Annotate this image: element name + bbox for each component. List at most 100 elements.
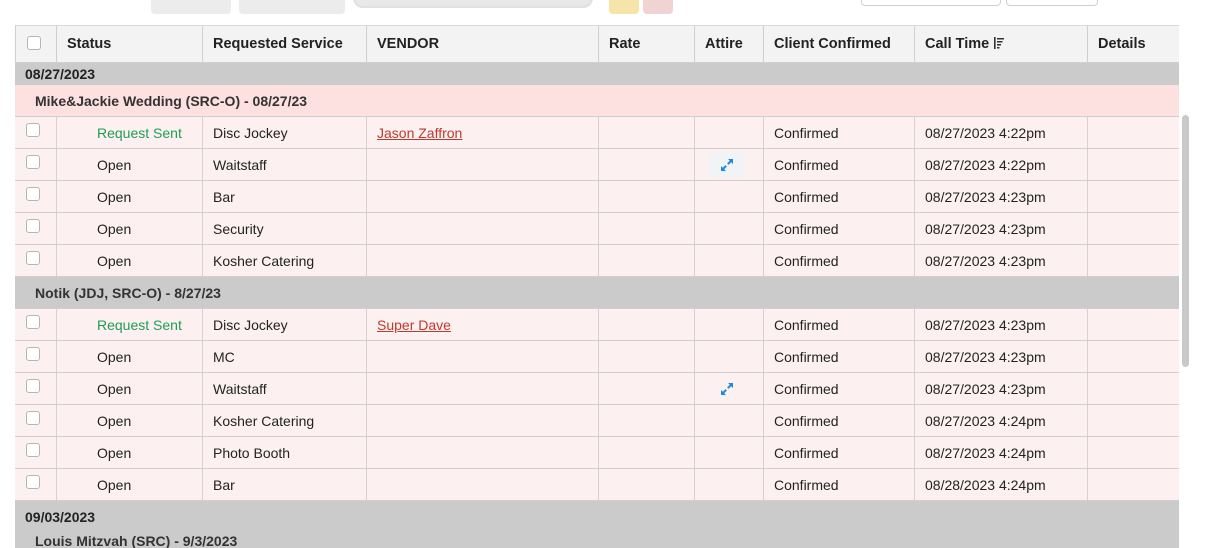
details-cell[interactable] <box>1087 309 1179 340</box>
search-input[interactable] <box>353 0 593 8</box>
service-cell: Disc Jockey <box>202 309 366 340</box>
row-checkbox[interactable] <box>26 474 40 489</box>
confirmed-cell: Confirmed <box>763 213 914 244</box>
header-attire[interactable]: Attire <box>694 26 763 62</box>
service-cell: Waitstaff <box>202 149 366 180</box>
expand-icon[interactable] <box>709 376 745 402</box>
status-cell: Open <box>56 373 202 404</box>
header-vendor[interactable]: VENDOR <box>366 26 598 62</box>
vendor-cell <box>366 149 598 180</box>
rate-cell <box>598 213 694 244</box>
table-row[interactable]: Open Bar Confirmed 08/28/2023 4:24pm <box>15 469 1179 501</box>
attire-cell <box>694 437 763 468</box>
event-group-row[interactable]: Mike&Jackie Wedding (SRC-O) - 08/27/23 <box>15 85 1179 117</box>
header-requested-service[interactable]: Requested Service <box>202 26 366 62</box>
table-row[interactable]: Open Photo Booth Confirmed 08/27/2023 4:… <box>15 437 1179 469</box>
call-time-cell: 08/27/2023 4:24pm <box>914 437 1087 468</box>
header-call-time[interactable]: Call Time <box>914 26 1087 62</box>
color-filter-yellow[interactable] <box>609 0 639 14</box>
table-row[interactable]: Request Sent Disc Jockey Jason Zaffron C… <box>15 117 1179 149</box>
call-time-cell: 08/27/2023 4:23pm <box>914 181 1087 212</box>
date-group-row: 08/27/2023 <box>15 63 1179 85</box>
rate-cell <box>598 181 694 212</box>
attire-cell <box>694 117 763 148</box>
confirmed-cell: Confirmed <box>763 149 914 180</box>
vendor-cell <box>366 469 598 500</box>
details-cell[interactable] <box>1087 373 1179 404</box>
vendor-cell: Jason Zaffron <box>366 117 598 148</box>
expand-icon[interactable] <box>709 151 745 178</box>
row-checkbox[interactable] <box>26 346 40 361</box>
status-cell: Open <box>56 213 202 244</box>
toolbar-select[interactable] <box>1006 0 1098 6</box>
attire-cell <box>694 373 763 404</box>
table-row[interactable]: Open Kosher Catering Confirmed 08/27/202… <box>15 405 1179 437</box>
table-row[interactable]: Open Security Confirmed 08/27/2023 4:23p… <box>15 213 1179 245</box>
rate-cell <box>598 309 694 340</box>
table-row[interactable]: Open Waitstaff Confirmed 08/27/2023 4:23… <box>15 373 1179 405</box>
header-details[interactable]: Details <box>1087 26 1179 62</box>
toolbar-select[interactable] <box>861 0 1001 6</box>
details-cell[interactable] <box>1087 181 1179 212</box>
row-checkbox[interactable] <box>26 378 40 393</box>
status-cell: Open <box>56 149 202 180</box>
details-cell[interactable] <box>1087 437 1179 468</box>
header-rate[interactable]: Rate <box>598 26 694 62</box>
status-cell: Request Sent <box>56 117 202 148</box>
confirmed-cell: Confirmed <box>763 117 914 148</box>
attire-cell <box>694 181 763 212</box>
table-row[interactable]: Open MC Confirmed 08/27/2023 4:23pm <box>15 341 1179 373</box>
rate-cell <box>598 245 694 276</box>
color-filter-red[interactable] <box>643 0 673 14</box>
details-cell[interactable] <box>1087 341 1179 372</box>
row-checkbox[interactable] <box>26 442 40 457</box>
services-table: Status Requested Service VENDOR Rate Att… <box>15 25 1179 532</box>
details-cell[interactable] <box>1087 117 1179 148</box>
row-checkbox[interactable] <box>26 154 40 169</box>
status-cell: Open <box>56 437 202 468</box>
event-group-row[interactable]: Notik (JDJ, SRC-O) - 8/27/23 <box>15 277 1179 309</box>
row-checkbox[interactable] <box>26 314 40 329</box>
table-row[interactable]: Request Sent Disc Jockey Super Dave Conf… <box>15 309 1179 341</box>
row-checkbox[interactable] <box>26 410 40 425</box>
vendor-link[interactable]: Jason Zaffron <box>377 125 462 141</box>
call-time-cell: 08/27/2023 4:24pm <box>914 405 1087 436</box>
details-cell[interactable] <box>1087 245 1179 276</box>
vendor-cell <box>366 341 598 372</box>
sort-descending-icon[interactable] <box>993 36 1005 53</box>
vendor-cell <box>366 373 598 404</box>
header-client-confirmed[interactable]: Client Confirmed <box>763 26 914 62</box>
service-cell: Photo Booth <box>202 437 366 468</box>
confirmed-cell: Confirmed <box>763 309 914 340</box>
service-cell: Security <box>202 213 366 244</box>
row-checkbox[interactable] <box>26 250 40 265</box>
call-time-cell: 08/27/2023 4:23pm <box>914 373 1087 404</box>
row-checkbox[interactable] <box>26 218 40 233</box>
call-time-cell: 08/27/2023 4:23pm <box>914 341 1087 372</box>
details-cell[interactable] <box>1087 405 1179 436</box>
row-checkbox[interactable] <box>26 186 40 201</box>
select-all-checkbox[interactable] <box>27 36 41 50</box>
header-select-all[interactable] <box>15 26 56 62</box>
vendor-cell <box>366 437 598 468</box>
row-checkbox[interactable] <box>26 122 40 137</box>
header-status[interactable]: Status <box>56 26 202 62</box>
details-cell[interactable] <box>1087 149 1179 180</box>
toolbar-button[interactable] <box>151 0 231 14</box>
toolbar-button[interactable] <box>239 0 345 14</box>
table-row[interactable]: Open Kosher Catering Confirmed 08/27/202… <box>15 245 1179 277</box>
table-header: Status Requested Service VENDOR Rate Att… <box>15 25 1179 63</box>
call-time-cell: 08/27/2023 4:22pm <box>914 149 1087 180</box>
scrollbar-thumb[interactable] <box>1182 115 1189 367</box>
vendor-link[interactable]: Super Dave <box>377 317 451 333</box>
table-row[interactable]: Open Waitstaff Confirmed 08/27/2023 4:22… <box>15 149 1179 181</box>
service-cell: Disc Jockey <box>202 117 366 148</box>
details-cell[interactable] <box>1087 469 1179 500</box>
confirmed-cell: Confirmed <box>763 405 914 436</box>
event-group-row[interactable]: Louis Mitzvah (SRC) - 9/3/2023 <box>15 528 1179 548</box>
details-cell[interactable] <box>1087 213 1179 244</box>
table-row[interactable]: Open Bar Confirmed 08/27/2023 4:23pm <box>15 181 1179 213</box>
attire-cell <box>694 149 763 180</box>
service-cell: Waitstaff <box>202 373 366 404</box>
vendor-cell <box>366 181 598 212</box>
